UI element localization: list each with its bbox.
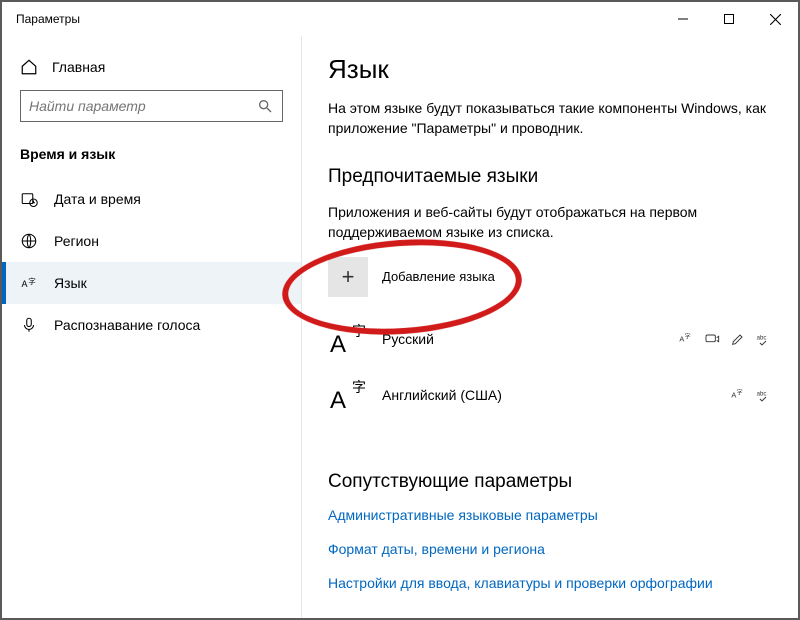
svg-text:abc: abc bbox=[757, 335, 767, 341]
svg-text:字: 字 bbox=[685, 332, 691, 340]
microphone-icon bbox=[20, 316, 38, 334]
svg-text:A: A bbox=[679, 334, 684, 343]
plus-icon: + bbox=[328, 257, 368, 297]
page-title: Язык bbox=[328, 54, 772, 85]
language-capabilities: A字 abc bbox=[730, 387, 772, 403]
settings-window: Параметры Главная bbox=[0, 0, 800, 620]
language-capabilities: A字 abc bbox=[678, 331, 772, 347]
link-date-format[interactable]: Формат даты, времени и региона bbox=[328, 541, 772, 557]
main-content: Язык На этом языке будут показываться та… bbox=[302, 36, 798, 618]
sidebar-section-title: Время и язык bbox=[2, 140, 301, 178]
link-admin-language[interactable]: Административные языковые параметры bbox=[328, 507, 772, 523]
sidebar-item-label: Регион bbox=[54, 233, 99, 249]
add-language-button[interactable]: + Добавление языка bbox=[328, 257, 772, 297]
language-name: Английский (США) bbox=[382, 387, 716, 403]
search-box[interactable] bbox=[20, 90, 283, 122]
sidebar-home-label: Главная bbox=[52, 59, 105, 75]
spellcheck-icon: abc bbox=[756, 331, 772, 347]
handwriting-icon bbox=[730, 331, 746, 347]
window-buttons bbox=[660, 2, 798, 36]
add-language-label: Добавление языка bbox=[382, 269, 495, 284]
sidebar-home[interactable]: Главная bbox=[2, 50, 301, 90]
maximize-button[interactable] bbox=[706, 2, 752, 36]
page-description: На этом языке будут показываться такие к… bbox=[328, 99, 768, 138]
sidebar-item-speech[interactable]: Распознавание голоса bbox=[2, 304, 301, 346]
sidebar: Главная Время и язык Дата и время bbox=[2, 36, 302, 618]
titlebar: Параметры bbox=[2, 2, 798, 36]
language-glyph-icon: A字 bbox=[328, 319, 368, 359]
language-name: Русский bbox=[382, 331, 664, 347]
svg-text:字: 字 bbox=[28, 276, 36, 286]
search-icon bbox=[256, 97, 274, 115]
window-title: Параметры bbox=[16, 12, 80, 26]
preferred-languages-title: Предпочитаемые языки bbox=[328, 166, 772, 188]
related-section: Сопутствующие параметры Административные… bbox=[328, 471, 772, 591]
home-icon bbox=[20, 58, 38, 76]
calendar-clock-icon bbox=[20, 190, 38, 208]
sidebar-item-label: Дата и время bbox=[54, 191, 141, 207]
close-button[interactable] bbox=[752, 2, 798, 36]
language-item-english-us[interactable]: A字 Английский (США) A字 abc bbox=[328, 367, 772, 423]
text-to-speech-icon bbox=[704, 331, 720, 347]
sidebar-item-date-time[interactable]: Дата и время bbox=[2, 178, 301, 220]
globe-icon bbox=[20, 232, 38, 250]
svg-text:字: 字 bbox=[737, 388, 743, 396]
related-title: Сопутствующие параметры bbox=[328, 471, 772, 493]
search-input[interactable] bbox=[29, 98, 256, 114]
language-icon: A字 bbox=[20, 274, 38, 292]
svg-text:abc: abc bbox=[757, 391, 767, 397]
language-glyph-icon: A字 bbox=[328, 375, 368, 415]
minimize-button[interactable] bbox=[660, 2, 706, 36]
sidebar-nav: Дата и время Регион A字 Язык bbox=[2, 178, 301, 346]
link-input-settings[interactable]: Настройки для ввода, клавиатуры и провер… bbox=[328, 575, 772, 591]
sidebar-item-language[interactable]: A字 Язык bbox=[2, 262, 301, 304]
preferred-languages-desc: Приложения и веб-сайты будут отображатьс… bbox=[328, 202, 768, 243]
svg-text:A: A bbox=[731, 390, 736, 399]
sidebar-item-region[interactable]: Регион bbox=[2, 220, 301, 262]
display-language-icon: A字 bbox=[730, 387, 746, 403]
svg-text:A: A bbox=[22, 279, 28, 289]
display-language-icon: A字 bbox=[678, 331, 694, 347]
sidebar-item-label: Язык bbox=[54, 275, 87, 291]
language-item-russian[interactable]: A字 Русский A字 abc bbox=[328, 311, 772, 367]
sidebar-item-label: Распознавание голоса bbox=[54, 317, 200, 333]
spellcheck-icon: abc bbox=[756, 387, 772, 403]
